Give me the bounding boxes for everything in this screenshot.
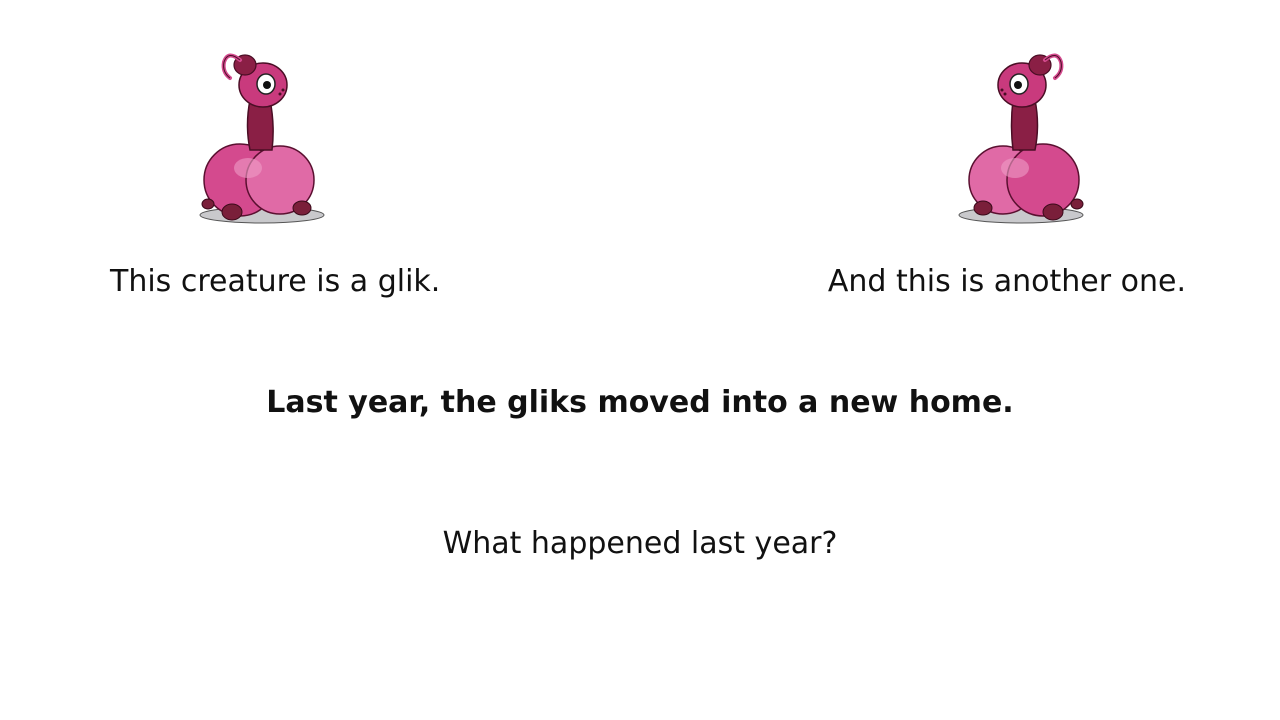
caption-right: And this is another one. xyxy=(827,264,1186,299)
glik-creature-icon xyxy=(190,40,340,230)
glik-creature-icon xyxy=(945,40,1095,230)
slide: This creature is a glik. And this is ano… xyxy=(0,0,1280,720)
caption-left: This creature is a glik. xyxy=(110,264,441,299)
question-text: What happened last year? xyxy=(442,526,838,561)
glik-creature-right-svg xyxy=(958,53,1084,224)
statement-text: Last year, the gliks moved into a new ho… xyxy=(266,385,1014,420)
glik-creature-left-svg xyxy=(199,53,325,224)
